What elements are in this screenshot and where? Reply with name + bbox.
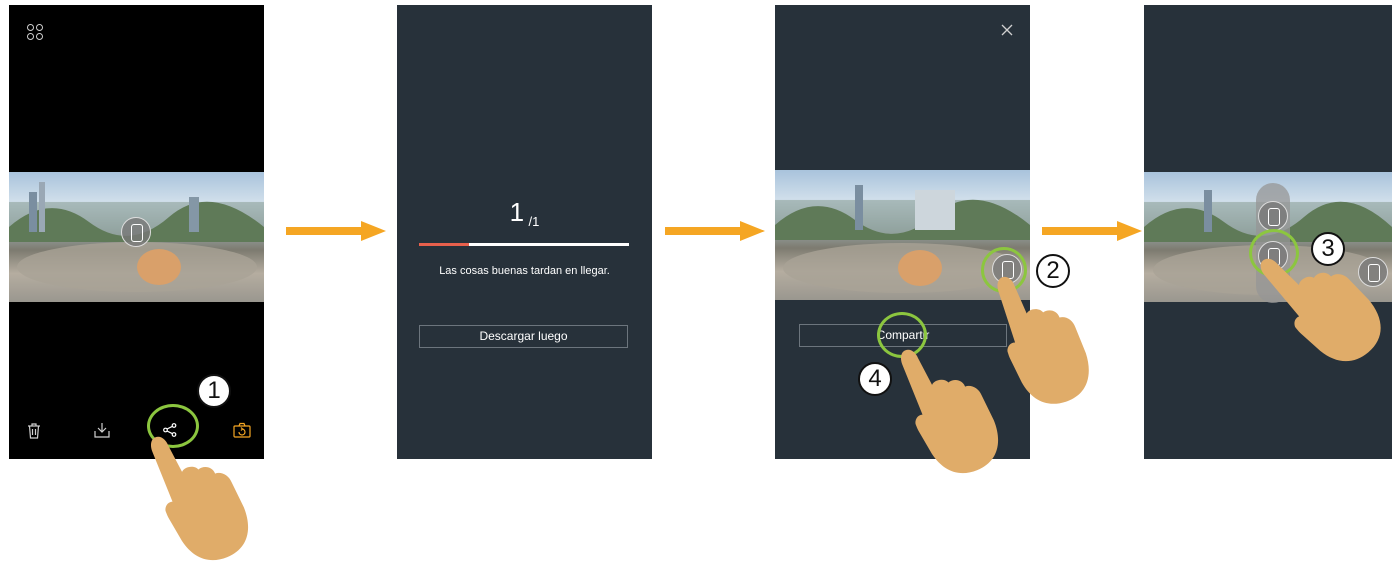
- step-4-badge: 4: [858, 362, 892, 396]
- download-later-button[interactable]: Descargar luego: [419, 325, 628, 348]
- screen-downloading: 1 /1 Las cosas buenas tardan en llegar. …: [397, 5, 652, 459]
- grid-icon[interactable]: [26, 23, 44, 41]
- panorama-image[interactable]: [9, 172, 264, 302]
- download-counter: 1 /1: [397, 197, 652, 229]
- view-mode-icon[interactable]: [121, 217, 151, 247]
- flow-arrow-2: [665, 221, 765, 241]
- counter-current: 1: [509, 197, 525, 227]
- progress-bar: [419, 243, 629, 246]
- flow-arrow-3: [1042, 221, 1142, 241]
- camera-switch-icon[interactable]: [233, 422, 251, 438]
- download-icon[interactable]: [94, 422, 110, 438]
- counter-total: /1: [528, 214, 540, 229]
- step-1-badge: 1: [197, 374, 231, 408]
- status-message: Las cosas buenas tardan en llegar.: [439, 265, 610, 277]
- flow-arrow-1: [286, 221, 386, 241]
- close-icon[interactable]: [1001, 23, 1013, 36]
- trash-icon[interactable]: [27, 423, 41, 439]
- progress-fill: [419, 243, 470, 246]
- view-mode-option-1[interactable]: [1258, 201, 1288, 231]
